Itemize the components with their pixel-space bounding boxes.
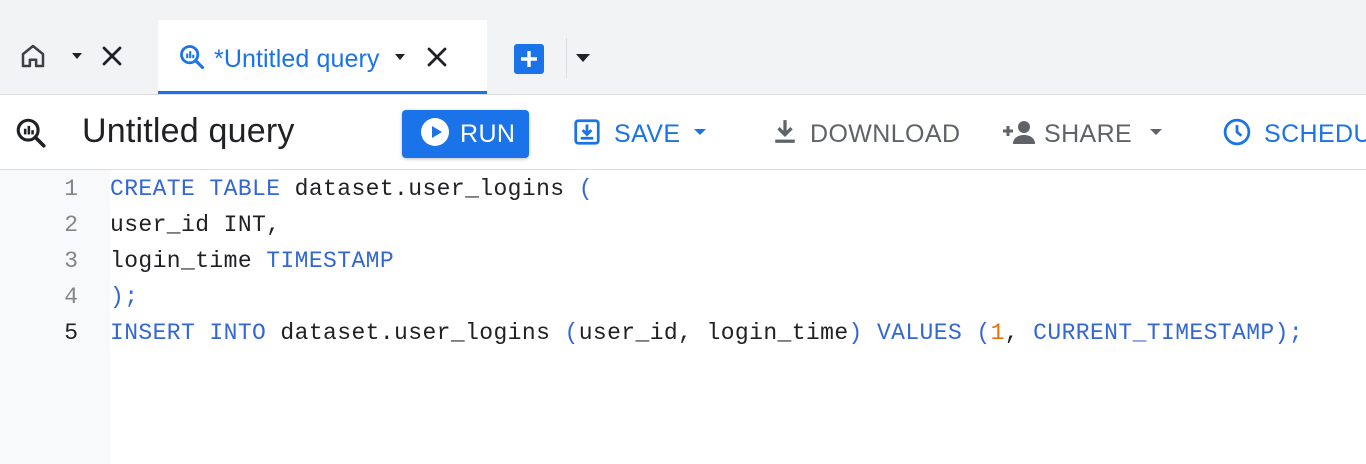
download-icon xyxy=(772,117,798,152)
plus-icon xyxy=(521,51,537,67)
code-token: ( xyxy=(578,176,593,202)
close-icon[interactable] xyxy=(100,44,124,73)
code-token: ); xyxy=(1274,320,1304,346)
query-title[interactable]: Untitled query xyxy=(82,112,295,151)
schedule-label: SCHEDULE xyxy=(1264,119,1366,148)
code-token: dataset.user_logins xyxy=(280,176,579,202)
code-token: ); xyxy=(110,284,139,310)
close-icon[interactable] xyxy=(425,45,449,74)
code-token: VALUES xyxy=(876,320,963,346)
line-number-current: 5 xyxy=(64,320,78,346)
query-icon xyxy=(178,43,206,76)
save-button[interactable]: SAVE xyxy=(572,117,708,151)
play-icon xyxy=(420,117,450,152)
tab-title[interactable]: *Untitled query xyxy=(214,45,379,74)
code-token: , xyxy=(1004,320,1034,346)
code-token: ) xyxy=(848,320,863,346)
tab-home[interactable] xyxy=(18,38,124,78)
code-line[interactable]: ); xyxy=(110,284,138,310)
query-toolbar: Untitled query RUN SAVE DOWNLOAD SHARE S… xyxy=(0,94,1366,170)
download-button[interactable]: DOWNLOAD xyxy=(772,117,960,151)
run-button[interactable]: RUN xyxy=(402,110,529,158)
code-line[interactable]: user_id INT, xyxy=(110,212,280,238)
tab-bar: *Untitled query xyxy=(0,0,1366,94)
line-number: 1 xyxy=(64,176,78,202)
code-token: ( xyxy=(564,320,579,346)
save-label: SAVE xyxy=(614,119,681,148)
chevron-down-icon[interactable] xyxy=(1148,125,1164,144)
code-line[interactable]: login_time TIMESTAMP xyxy=(110,248,394,274)
code-token: CREATE xyxy=(110,176,196,202)
tab-untitled-query[interactable]: *Untitled query xyxy=(158,20,487,94)
sql-editor[interactable]: 1 2 3 4 5 CREATE TABLE dataset.user_logi… xyxy=(0,170,1366,464)
code-token: TIMESTAMP xyxy=(266,248,395,274)
code-token: 1 xyxy=(990,320,1005,346)
new-tab-button[interactable] xyxy=(514,44,544,74)
schedule-button[interactable]: SCHEDULE xyxy=(1222,117,1366,151)
clock-icon xyxy=(1222,117,1252,152)
code-token: user_id, login_time xyxy=(578,320,849,346)
chevron-down-icon[interactable] xyxy=(70,49,84,68)
code-token: TABLE xyxy=(209,176,281,202)
code-token: login_time xyxy=(110,248,267,274)
code-line[interactable]: CREATE TABLE dataset.user_logins ( xyxy=(110,176,593,202)
save-icon xyxy=(572,117,602,152)
run-label: RUN xyxy=(460,119,516,148)
code-token: INSERT xyxy=(110,320,196,346)
line-number: 4 xyxy=(64,284,78,310)
query-icon xyxy=(14,116,48,155)
tab-divider xyxy=(566,38,567,78)
share-button[interactable]: SHARE xyxy=(1002,117,1164,151)
line-number: 2 xyxy=(64,212,78,238)
download-label: DOWNLOAD xyxy=(810,119,961,148)
code-token: dataset.user_logins xyxy=(266,320,565,346)
code-token: INTO xyxy=(209,320,267,346)
add-person-icon xyxy=(1002,118,1036,151)
chevron-down-icon[interactable] xyxy=(573,50,593,71)
line-number: 3 xyxy=(64,248,78,274)
code-token: user_id INT, xyxy=(110,212,281,238)
code-token: CURRENT_TIMESTAMP xyxy=(1033,320,1275,346)
code-token: ( xyxy=(976,320,991,346)
share-label: SHARE xyxy=(1044,119,1133,148)
code-line[interactable]: INSERT INTO dataset.user_logins (user_id… xyxy=(110,320,1303,346)
home-icon[interactable] xyxy=(18,41,48,76)
chevron-down-icon[interactable] xyxy=(393,50,407,69)
chevron-down-icon[interactable] xyxy=(692,125,708,144)
